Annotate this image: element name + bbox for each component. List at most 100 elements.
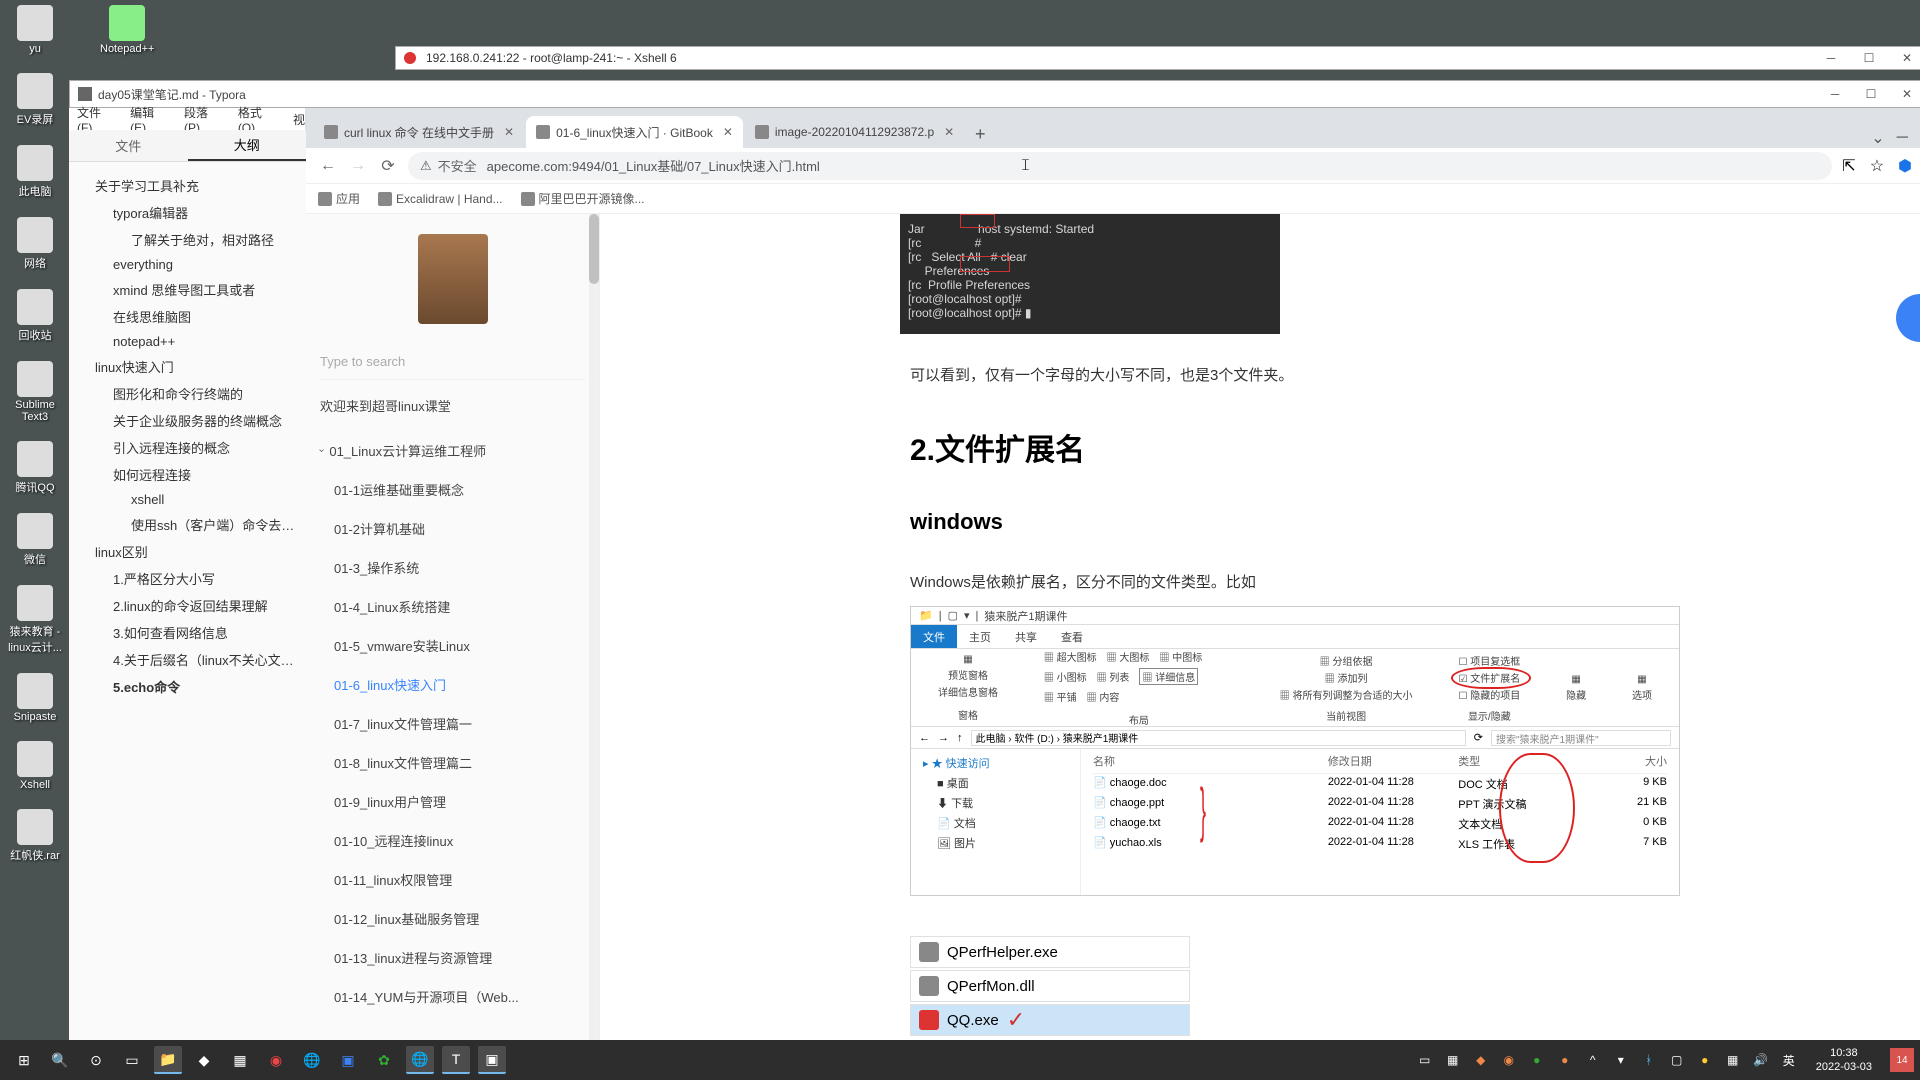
outline-item[interactable]: 1.严格区分大小写 bbox=[77, 565, 298, 592]
desktop-icon[interactable]: Sublime Text3 bbox=[5, 361, 65, 423]
gitbook-link[interactable]: 01-1运维基础重要概念 bbox=[306, 470, 599, 509]
apps-shortcut[interactable]: 应用 bbox=[318, 190, 360, 207]
file-row[interactable]: 📄 yuchao.xls2022-01-04 11:28XLS 工作表7 KB bbox=[1093, 834, 1667, 854]
outline-tree[interactable]: 关于学习工具补充typora编辑器了解关于绝对，相对路径everythingxm… bbox=[69, 162, 306, 1050]
explorer-file-list[interactable]: 名称 修改日期 类型 大小 📄 chaoge.doc2022-01-04 11:… bbox=[1081, 749, 1679, 895]
sidebar-scrollbar[interactable] bbox=[589, 214, 599, 1056]
desktop-icon[interactable]: 腾讯QQ bbox=[5, 441, 65, 495]
typora-minimize-button[interactable]: ─ bbox=[1826, 85, 1844, 103]
chrome-tab-image[interactable]: image-20220104112923872.p ✕ bbox=[745, 116, 964, 148]
taskview-button[interactable]: ▭ bbox=[118, 1046, 146, 1074]
minimize-button[interactable]: ─ bbox=[1822, 49, 1840, 67]
bookmark-aliyun[interactable]: 阿里巴巴开源镜像... bbox=[521, 190, 645, 207]
scrollbar-thumb[interactable] bbox=[589, 214, 599, 284]
vmware-taskbar-icon[interactable]: ▣ bbox=[478, 1046, 506, 1074]
list-item[interactable]: QQ.exe✓ bbox=[910, 1004, 1190, 1036]
extension-icon[interactable]: ⬢ bbox=[1898, 156, 1912, 176]
gitbook-link[interactable]: 01-11_linux权限管理 bbox=[306, 860, 599, 899]
ribbon-tab-view[interactable]: 查看 bbox=[1049, 625, 1095, 648]
outline-item[interactable]: 图形化和命令行终端的 bbox=[77, 380, 298, 407]
typora-close-button[interactable]: ✕ bbox=[1898, 85, 1916, 103]
taskbar-app-2[interactable]: ▦ bbox=[226, 1046, 254, 1074]
ribbon-tab-share[interactable]: 共享 bbox=[1003, 625, 1049, 648]
gitbook-link[interactable]: 01-12_linux基础服务管理 bbox=[306, 899, 599, 938]
desktop-icon[interactable]: 此电脑 bbox=[5, 145, 65, 199]
outline-item[interactable]: 2.linux的命令返回结果理解 bbox=[77, 592, 298, 619]
tray-network-icon[interactable]: ▦ bbox=[1724, 1051, 1742, 1069]
outline-item[interactable]: 关于企业级服务器的终端概念 bbox=[77, 407, 298, 434]
tray-icon[interactable]: ◆ bbox=[1472, 1051, 1490, 1069]
tab-outline[interactable]: 大纲 bbox=[188, 130, 307, 161]
list-item[interactable]: QPerfMon.dll bbox=[910, 970, 1190, 1002]
outline-item[interactable]: 4.关于后缀名（linux不关心文件后 bbox=[77, 646, 298, 673]
outline-item[interactable]: 关于学习工具补充 bbox=[77, 172, 298, 199]
bookmark-excalidraw[interactable]: Excalidraw | Hand... bbox=[378, 192, 503, 206]
outline-item[interactable]: xmind 思维导图工具或者 bbox=[77, 276, 298, 303]
explorer-taskbar-icon[interactable]: 📁 bbox=[154, 1046, 182, 1074]
gitbook-link[interactable]: 01-2计算机基础 bbox=[306, 509, 599, 548]
chrome-tab-curl[interactable]: curl linux 命令 在线中文手册 ✕ bbox=[314, 116, 524, 148]
tray-icon[interactable]: ▭ bbox=[1416, 1051, 1434, 1069]
tab-close-icon[interactable]: ✕ bbox=[944, 125, 954, 139]
desktop-icon[interactable]: EV录屏 bbox=[5, 73, 65, 127]
desktop-icon[interactable]: yu bbox=[5, 5, 65, 55]
typora-menu-bar[interactable]: 文件(F) 编辑(E) 段落(P) 格式(O) 视 bbox=[69, 108, 306, 130]
taskbar-app-4[interactable]: ▣ bbox=[334, 1046, 362, 1074]
chrome2-taskbar-icon[interactable]: 🌐 bbox=[406, 1046, 434, 1074]
tab-files[interactable]: 文件 bbox=[69, 130, 188, 161]
outline-item[interactable]: 3.如何查看网络信息 bbox=[77, 619, 298, 646]
gitbook-link[interactable]: 01-13_linux进程与资源管理 bbox=[306, 938, 599, 977]
tray-icon[interactable]: ^ bbox=[1584, 1051, 1602, 1069]
outline-item[interactable]: linux快速入门 bbox=[77, 353, 298, 380]
notification-button[interactable]: 14 bbox=[1890, 1048, 1914, 1072]
gitbook-link[interactable]: 01-4_Linux系统搭建 bbox=[306, 587, 599, 626]
cortana-button[interactable]: ⊙ bbox=[82, 1046, 110, 1074]
chrome-taskbar-icon[interactable]: 🌐 bbox=[298, 1046, 326, 1074]
typora-taskbar-icon[interactable]: T bbox=[442, 1046, 470, 1074]
reload-button[interactable]: ⟳ bbox=[378, 156, 398, 176]
tab-close-icon[interactable]: ✕ bbox=[504, 125, 514, 139]
tray-icon[interactable]: ◉ bbox=[1500, 1051, 1518, 1069]
gitbook-link[interactable]: 01-3_操作系统 bbox=[306, 548, 599, 587]
desktop-icon[interactable]: 猿来教育 -linux云计... bbox=[5, 585, 65, 655]
close-button[interactable]: ✕ bbox=[1898, 49, 1916, 67]
tray-icon[interactable]: ● bbox=[1528, 1051, 1546, 1069]
share-icon[interactable]: ⇱ bbox=[1842, 156, 1855, 176]
desktop-icon[interactable]: Snipaste bbox=[5, 673, 65, 723]
gitbook-link[interactable]: 01-14_YUM与开源项目（Web... bbox=[306, 977, 599, 1016]
tray-bluetooth-icon[interactable]: ᚼ bbox=[1640, 1051, 1658, 1069]
gitbook-link[interactable]: 01-10_远程连接linux bbox=[306, 821, 599, 860]
gitbook-welcome[interactable]: 欢迎来到超哥linux课堂 bbox=[306, 380, 599, 431]
gitbook-link[interactable]: 01-5_vmware安装Linux bbox=[306, 626, 599, 665]
back-button[interactable]: ← bbox=[318, 156, 338, 176]
bookmark-star-icon[interactable]: ☆ bbox=[1870, 156, 1884, 176]
outline-item[interactable]: 了解关于绝对，相对路径 bbox=[77, 226, 298, 253]
tray-icon[interactable]: ▢ bbox=[1668, 1051, 1686, 1069]
tray-volume-icon[interactable]: 🔊 bbox=[1752, 1051, 1770, 1069]
xshell-window-titlebar[interactable]: 192.168.0.241:22 - root@lamp-241:~ - Xsh… bbox=[395, 46, 1920, 70]
outline-item[interactable]: xshell bbox=[77, 488, 298, 511]
search-button[interactable]: 🔍 bbox=[46, 1046, 74, 1074]
chrome-tab-gitbook[interactable]: 01-6_linux快速入门 · GitBook ✕ bbox=[526, 116, 743, 148]
start-button[interactable]: ⊞ bbox=[10, 1046, 38, 1074]
outline-item[interactable]: 使用ssh（客户端）命令去连接 bbox=[77, 511, 298, 538]
file-row[interactable]: 📄 chaoge.ppt2022-01-04 11:28PPT 演示文稿21 K… bbox=[1093, 794, 1667, 814]
desktop-icon[interactable]: Xshell bbox=[5, 741, 65, 791]
forward-button[interactable]: → bbox=[348, 156, 368, 176]
typora-maximize-button[interactable]: ☐ bbox=[1862, 85, 1880, 103]
outline-item[interactable]: linux区别 bbox=[77, 538, 298, 565]
ribbon-tab-home[interactable]: 主页 bbox=[957, 625, 1003, 648]
tray-ime-icon[interactable]: 英 bbox=[1780, 1051, 1798, 1069]
desktop-icon[interactable]: 红帆侠.rar bbox=[5, 809, 65, 863]
desktop-icon-notepad[interactable]: Notepad++ bbox=[100, 5, 154, 55]
new-tab-button[interactable]: + bbox=[966, 120, 994, 148]
maximize-button[interactable]: ☐ bbox=[1860, 49, 1878, 67]
gitbook-link[interactable]: 01-6_linux快速入门 bbox=[306, 665, 599, 704]
explorer-search[interactable]: 搜索"猿来脱产1期课件" bbox=[1491, 730, 1671, 746]
taskbar-app-1[interactable]: ◆ bbox=[190, 1046, 218, 1074]
outline-item[interactable]: 在线思维脑图 bbox=[77, 303, 298, 330]
gitbook-link[interactable]: 01-9_linux用户管理 bbox=[306, 782, 599, 821]
list-item[interactable]: QPerfHelper.exe bbox=[910, 936, 1190, 968]
file-row[interactable]: 📄 chaoge.txt2022-01-04 11:28文本文档0 KB bbox=[1093, 814, 1667, 834]
gitbook-section-toggle[interactable]: ›01_Linux云计算运维工程师 bbox=[306, 431, 599, 470]
